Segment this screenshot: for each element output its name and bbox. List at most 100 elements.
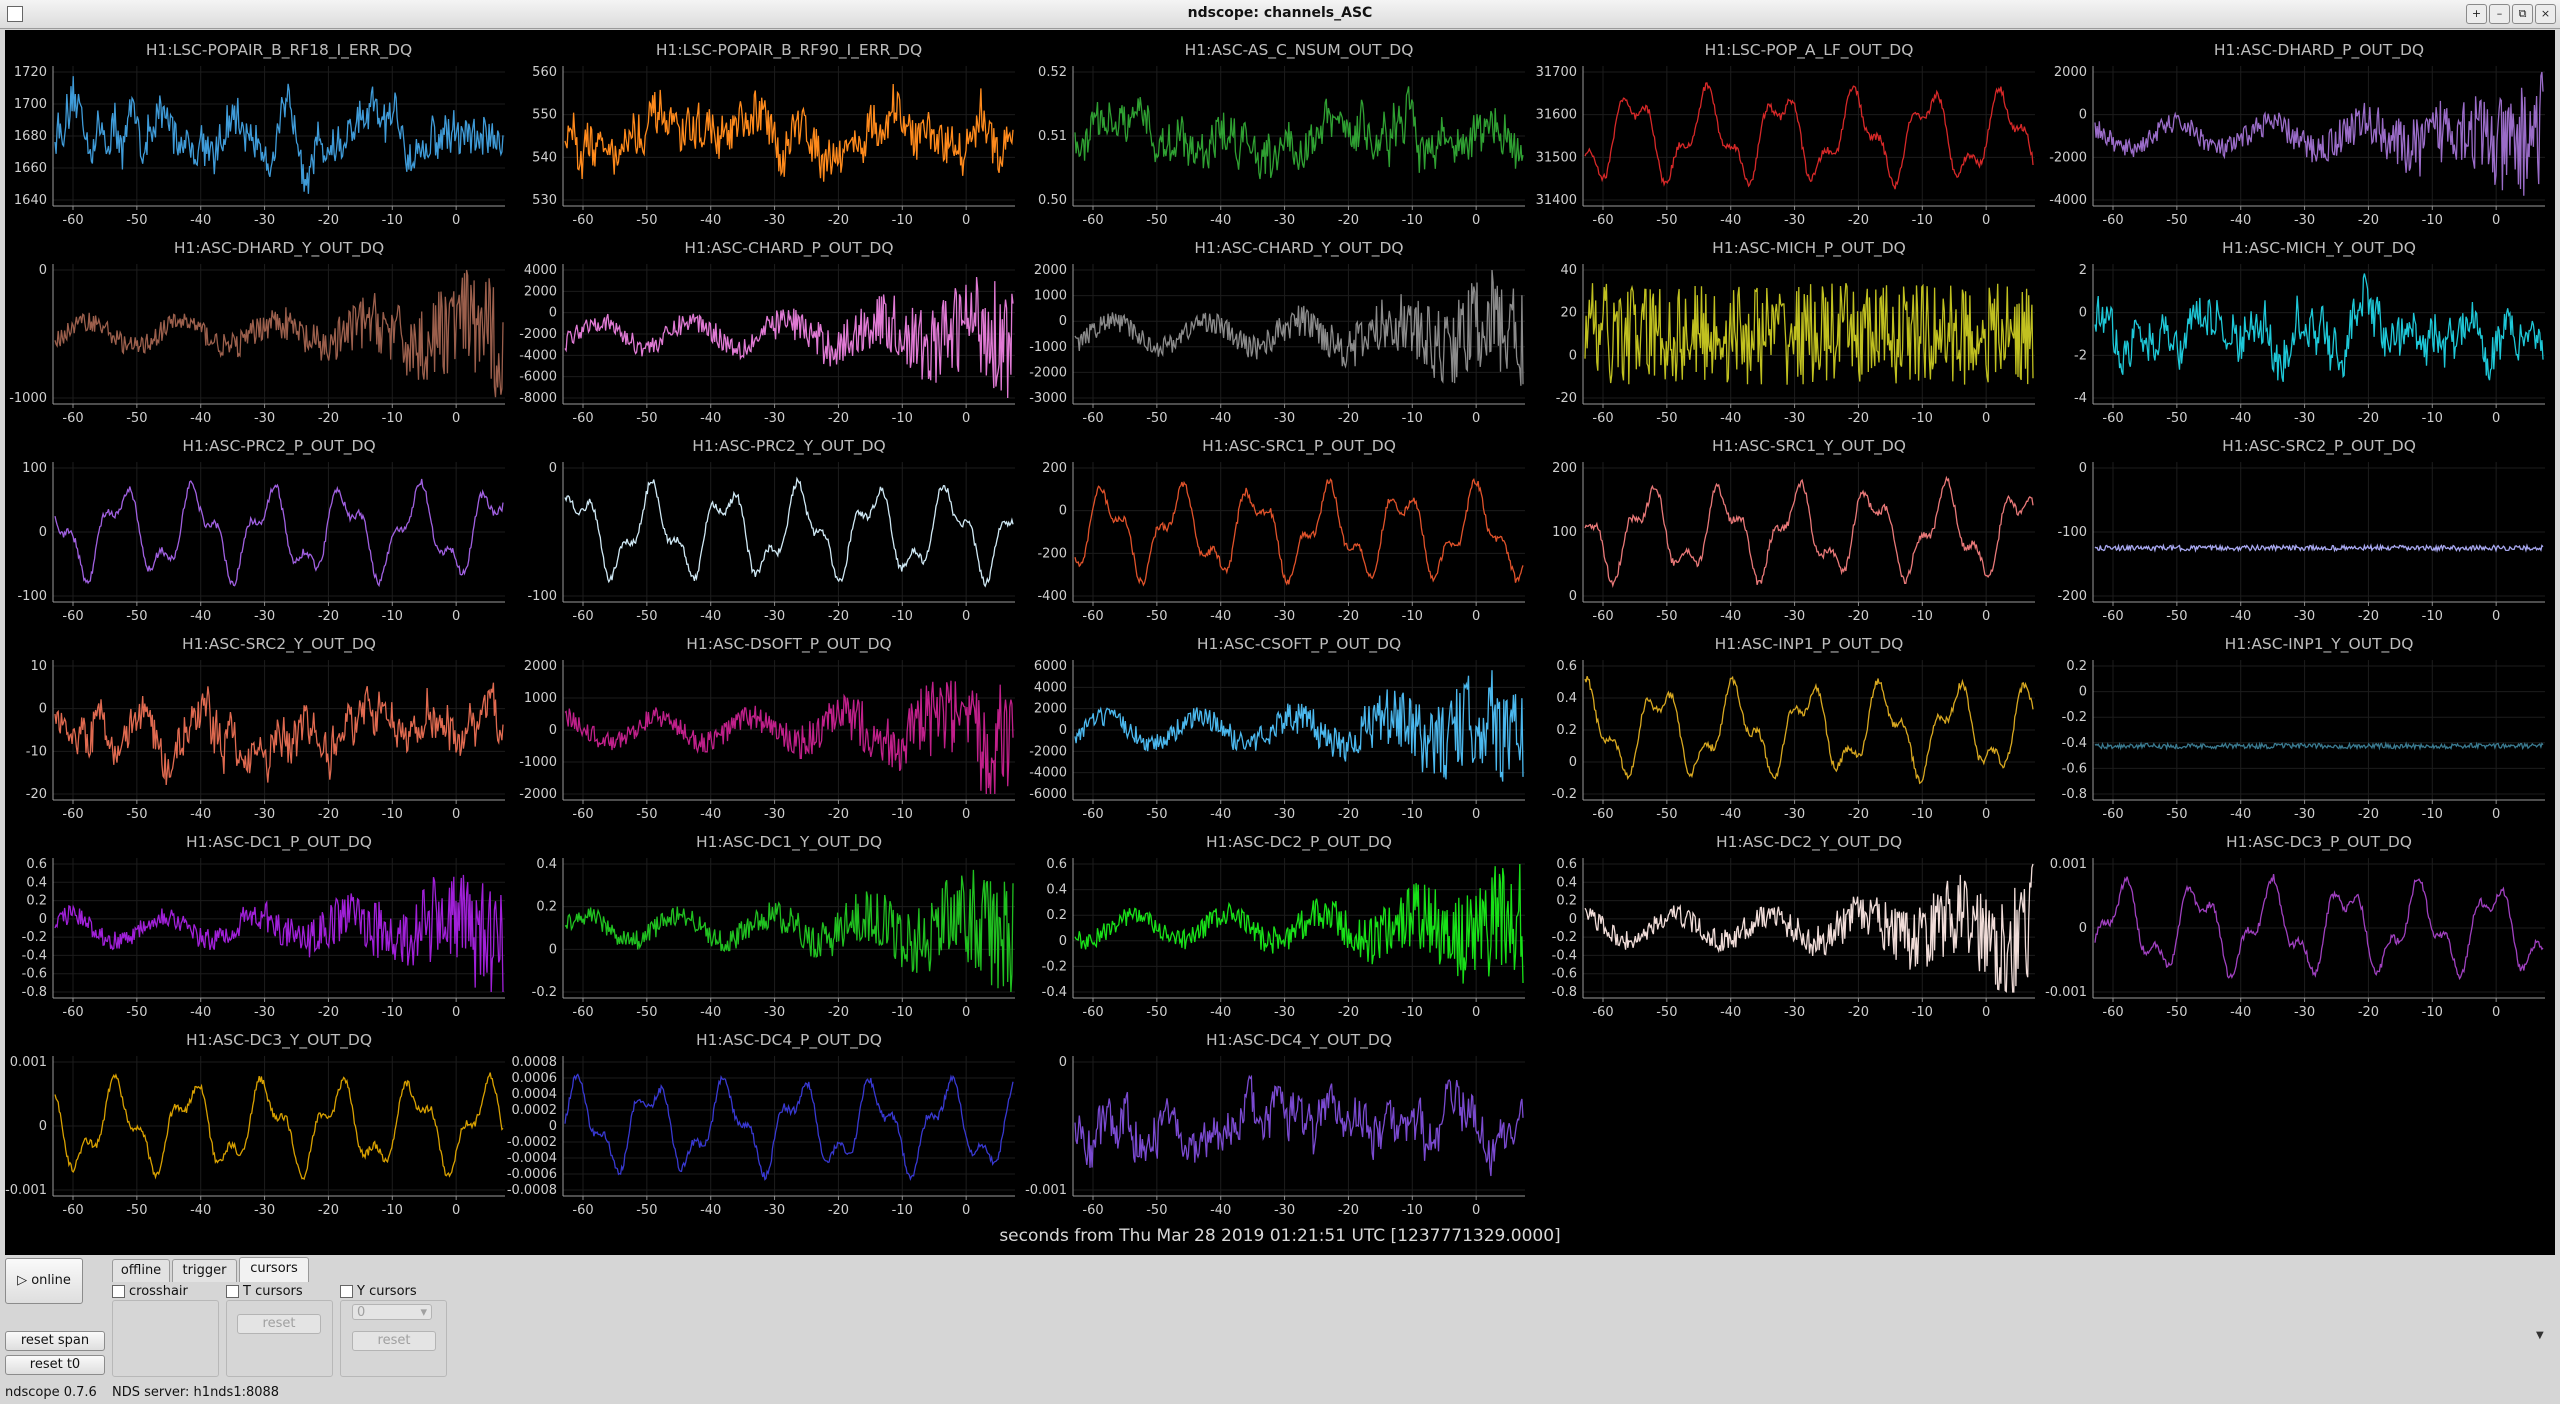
plot-panel[interactable]: H1:LSC-POPAIR_B_RF18_I_ERR_DQ -60 -50 -40 -3… <box>14 41 505 228</box>
plot-panel[interactable]: H1:ASC-SRC2_P_OUT_DQ-60 -50 -40 -30 -20 -10 00… <box>2057 437 2545 624</box>
maximize-button[interactable]: ⧉ <box>2512 4 2533 24</box>
plot-panel[interactable]: H1:ASC-AS_C_NSUM_OUT_DQ -60 -50 -40 -30 -20 -1… <box>1038 41 1525 228</box>
minimize-button[interactable]: – <box>2489 4 2510 24</box>
y-tick-label: -0.6 <box>1552 967 1577 982</box>
plot-panel[interactable]: H1:ASC-DSOFT_P_OUT_DQ-60 -50 -40 -30 -20 -10 0… <box>519 635 1015 822</box>
tab-offline[interactable]: offline <box>112 1259 170 1282</box>
y-tick-label: -1000 <box>9 391 47 406</box>
reset-t0-button[interactable]: reset t0 <box>5 1355 105 1375</box>
plot-panel[interactable]: H1:ASC-MICH_P_OUT_DQ -60 -50 -40 -30 -20 -10 0 4… <box>1556 239 2035 426</box>
plot-panel[interactable]: H1:ASC-SRC1_Y_OUT_DQ -60 -50 -40 -30 -20 -10 0 2… <box>1552 437 2035 624</box>
plot-panel[interactable]: H1:ASC-PRC2_Y_OUT_DQ-60 -50 -40 -30 -20 -10 00… <box>527 437 1015 624</box>
tab-trigger[interactable]: trigger <box>172 1259 237 1282</box>
plot-title: H1:ASC-DC3_Y_OUT_DQ <box>186 1031 372 1050</box>
t-cursors-check-box[interactable] <box>226 1285 239 1298</box>
y-tick-label: 31400 <box>1536 193 1577 208</box>
x-tick-label: -30 <box>764 609 785 624</box>
plot-panel[interactable]: H1:ASC-DC2_P_OUT_DQ -60 -50 -40 -30 -20 -10 0 0.… <box>1042 833 1525 1020</box>
y-cursors-checkbox[interactable]: Y cursors <box>340 1284 417 1299</box>
y-tick-label: 31600 <box>1536 108 1577 123</box>
y-tick-label: 0.2 <box>26 894 47 909</box>
plot-panel[interactable]: H1:ASC-DC4_Y_OUT_DQ -60 -50 -40 -30 -20 -10 0 0 -… <box>1025 1031 1525 1218</box>
plot-panel[interactable]: H1:ASC-DC1_Y_OUT_DQ -60 -50 -40 -30 -20 -10 0 0.… <box>532 833 1015 1020</box>
y-tick-label: -100 <box>17 589 47 604</box>
plot-panel[interactable]: H1:ASC-DHARD_Y_OUT_DQ-60 -50 -40 -30 -20 -10 0… <box>9 239 505 426</box>
plot-panel[interactable]: H1:ASC-MICH_Y_OUT_DQ-60 -50 -40 -30 -20 -10 02… <box>2074 239 2545 426</box>
plot-panel[interactable]: H1:ASC-CHARD_Y_OUT_DQ-60 -50 -40 -30 -20 -10 0… <box>1029 239 1525 426</box>
y-tick-label: -4000 <box>2049 193 2087 208</box>
plot-panel[interactable]: H1:ASC-DHARD_P_OUT_DQ -60 -50 -40 -30 -20 -10 0… <box>2049 41 2545 228</box>
x-tick-label: -30 <box>764 1203 785 1218</box>
crosshair-checkbox[interactable]: crosshair <box>112 1284 188 1299</box>
plot-panel[interactable]: H1:ASC-DC2_Y_OUT_DQ -60 -50 -40 -30 -20 -10 0 0.… <box>1552 833 2035 1020</box>
plot-panel[interactable]: H1:ASC-INP1_P_OUT_DQ -60 -50 -40 -30 -20 -10 0 0… <box>1552 635 2035 822</box>
y-cursors-reset-button[interactable]: reset <box>352 1331 436 1351</box>
scroll-arrow-icon[interactable]: ▼ <box>2536 1330 2544 1341</box>
x-tick-label: -50 <box>1146 807 1167 822</box>
x-tick-label: -20 <box>1848 411 1869 426</box>
x-tick-label: -60 <box>1592 1005 1613 1020</box>
plot-panel[interactable]: H1:ASC-INP1_Y_OUT_DQ -60 -50 -40 -30 -20 -10 0 0… <box>2062 635 2545 822</box>
plot-panel[interactable]: H1:ASC-CSOFT_P_OUT_DQ -60 -50 -40 -30 -20 -10 0… <box>1029 635 1525 822</box>
plot-panel[interactable]: H1:ASC-DC1_P_OUT_DQ -60 -50 -40 -30 -20 -10 0 0.… <box>22 833 505 1020</box>
signal-trace <box>1074 86 1524 180</box>
y-tick-label: 0 <box>1569 589 1577 604</box>
crosshair-check-box[interactable] <box>112 1285 125 1298</box>
y-tick-label: -0.001 <box>2045 985 2087 1000</box>
x-tick-label: -40 <box>190 807 211 822</box>
y-tick-label: 0.001 <box>10 1055 47 1070</box>
y-tick-label: 0.4 <box>26 875 47 890</box>
reset-span-button[interactable]: reset span <box>5 1331 105 1351</box>
plot-panel[interactable]: H1:ASC-SRC2_Y_OUT_DQ -60 -50 -40 -30 -20 -10 0 1… <box>26 635 505 822</box>
keep-above-button[interactable]: + <box>2466 4 2487 24</box>
y-tick-label: 1000 <box>1034 289 1067 304</box>
x-tick-label: -10 <box>2422 609 2443 624</box>
x-tick-label: -60 <box>62 609 83 624</box>
y-cursors-select[interactable]: 0 ▾ <box>352 1304 432 1320</box>
plot-panel[interactable]: H1:ASC-PRC2_P_OUT_DQ-60 -50 -40 -30 -20 -10 01… <box>17 437 505 624</box>
plot-panel[interactable]: H1:ASC-CHARD_P_OUT_DQ -60 -50 -40 -30 -20 -10 0… <box>519 239 1015 426</box>
x-tick-label: -30 <box>764 807 785 822</box>
plot-grid[interactable]: H1:LSC-POPAIR_B_RF18_I_ERR_DQ -60 -50 -40 -3… <box>5 30 2555 1255</box>
t-cursors-checkbox[interactable]: T cursors <box>226 1284 303 1299</box>
x-tick-label: -60 <box>1592 609 1613 624</box>
x-tick-label: -50 <box>126 1203 147 1218</box>
x-tick-label: 0 <box>1472 609 1480 624</box>
close-button[interactable]: × <box>2535 4 2556 24</box>
t-cursors-reset-button[interactable]: reset <box>237 1314 321 1334</box>
x-tick-label: -50 <box>2166 213 2187 228</box>
x-tick-label: -60 <box>572 213 593 228</box>
x-tick-label: -20 <box>1848 213 1869 228</box>
y-tick-label: 0.2 <box>1556 894 1577 909</box>
online-button[interactable]: ▷ online <box>5 1258 83 1304</box>
x-tick-label: -40 <box>190 609 211 624</box>
x-tick-label: -10 <box>892 411 913 426</box>
plot-title: H1:LSC-POPAIR_B_RF18_I_ERR_DQ <box>146 41 412 60</box>
y-tick-label: 1700 <box>14 97 47 112</box>
plots-canvas[interactable]: H1:LSC-POPAIR_B_RF18_I_ERR_DQ -60 -50 -40 -3… <box>5 30 2555 1255</box>
plot-panel[interactable]: H1:ASC-DC3_Y_OUT_DQ -60 -50 -40 -30 -20 -10 0 0.… <box>5 1031 505 1218</box>
x-tick-label: -50 <box>1146 213 1167 228</box>
x-tick-label: 0 <box>1472 411 1480 426</box>
y-tick-label: 0 <box>549 306 557 321</box>
y-tick-label: -0.001 <box>5 1183 47 1198</box>
x-tick-label: -40 <box>1210 213 1231 228</box>
x-tick-label: 0 <box>452 807 460 822</box>
plot-panel[interactable]: H1:ASC-DC3_P_OUT_DQ -60 -50 -40 -30 -20 -10 0 0.… <box>2045 833 2545 1020</box>
y-tick-label: 0.2 <box>1556 723 1577 738</box>
plot-panel[interactable]: H1:LSC-POP_A_LF_OUT_DQ -60 -50 -40 -30 -20 -10… <box>1536 41 2035 228</box>
signal-trace <box>2094 71 2544 196</box>
x-tick-label: -50 <box>2166 411 2187 426</box>
plot-panel[interactable]: H1:ASC-DC4_P_OUT_DQ-60 -50 -40 -30 -20 -10 00.… <box>507 1031 1015 1218</box>
signal-trace <box>1584 863 2034 993</box>
x-tick-label: 0 <box>452 411 460 426</box>
y-cursors-check-box[interactable] <box>340 1285 353 1298</box>
plot-panel[interactable]: H1:LSC-POPAIR_B_RF90_I_ERR_DQ -60 -50 -40 -3… <box>532 41 1015 228</box>
y-tick-label: -0.2 <box>1552 930 1577 945</box>
y-tick-label: 0.2 <box>536 900 557 915</box>
y-tick-label: 540 <box>532 150 557 165</box>
plot-title: H1:ASC-DC1_P_OUT_DQ <box>186 833 372 852</box>
tab-cursors[interactable]: cursors <box>239 1257 309 1282</box>
signal-trace <box>1074 863 1524 984</box>
plot-panel[interactable]: H1:ASC-SRC1_P_OUT_DQ -60 -50 -40 -30 -20 -10 0 2… <box>1037 437 1525 624</box>
